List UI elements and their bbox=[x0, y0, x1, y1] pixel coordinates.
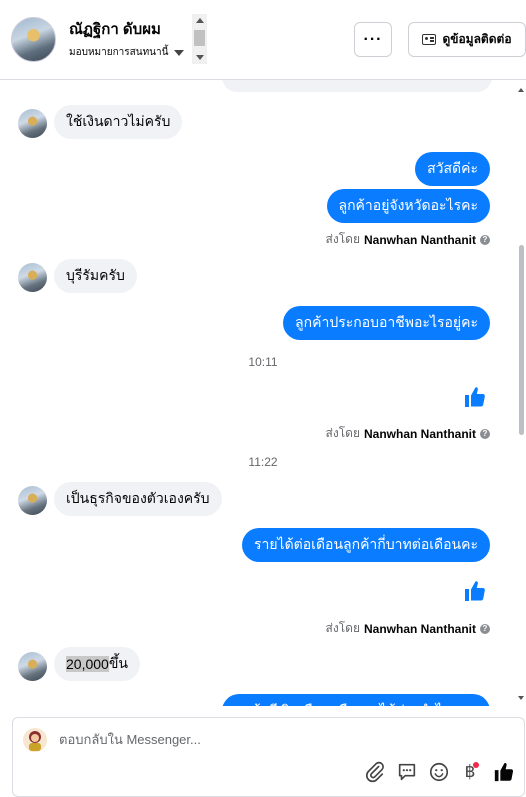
caret-down-icon bbox=[174, 49, 185, 56]
incoming-message[interactable]: บุรีรัมครับ bbox=[54, 259, 137, 293]
sent-by-text: ส่งโดย bbox=[325, 426, 360, 440]
info-icon[interactable]: ? bbox=[480, 623, 490, 634]
like-icon[interactable] bbox=[463, 385, 487, 409]
attach-icon[interactable] bbox=[364, 761, 386, 783]
sender-avatar[interactable] bbox=[18, 263, 47, 292]
incoming-message[interactable]: ใช้เงินดาวไม่ครับ bbox=[54, 105, 183, 139]
view-contact-label: ดูข้อมูลติดต่อ bbox=[442, 32, 512, 46]
sent-by-label: ส่งโดย Nanwhan Nanthanit ? bbox=[326, 619, 490, 638]
scroll-down-icon[interactable] bbox=[196, 55, 204, 60]
message-text: ขึ้น bbox=[108, 655, 128, 671]
sender-name: Nanwhan Nanthanit bbox=[363, 232, 476, 247]
outgoing-message[interactable]: ลูกค้าประกอบอาชีพอะไรอยู่คะ bbox=[283, 306, 490, 340]
like-icon[interactable] bbox=[463, 579, 487, 603]
notification-dot bbox=[473, 762, 479, 768]
assign-conversation-dropdown[interactable]: มอบหมายการสนทนานี้ bbox=[69, 45, 185, 60]
timestamp: 10:11 bbox=[248, 355, 278, 369]
sent-by-label: ส่งโดย Nanwhan Nanthanit ? bbox=[326, 424, 490, 443]
reply-input[interactable] bbox=[59, 732, 459, 747]
gif-icon[interactable] bbox=[396, 761, 418, 783]
header-scrollbar[interactable] bbox=[192, 14, 207, 64]
message-thread[interactable]: ใช้เงินดาวไม่ครับ สวัสดีค่ะ ลูกค้าอยู่จั… bbox=[0, 80, 526, 706]
scroll-down-icon[interactable] bbox=[518, 696, 524, 700]
view-contact-button[interactable]: ดูข้อมูลติดต่อ bbox=[408, 22, 526, 57]
timestamp: 11:22 bbox=[248, 455, 278, 469]
outgoing-message[interactable]: รายได้ต่อเดือนลูกค้ากี่บาทต่อเดือนคะ bbox=[241, 528, 490, 562]
more-icon: ··· bbox=[363, 30, 383, 48]
sender-avatar[interactable] bbox=[18, 109, 47, 138]
outgoing-message-partial[interactable]: ลูกค้ามีเงินเดือนหรือรายได้ประจำไหมคะ bbox=[222, 694, 490, 706]
scroll-thumb[interactable] bbox=[519, 245, 524, 435]
conversation-header: ณัฏฐิกา ดับผม มอบหมายการสนทนานี้ ··· ดูข… bbox=[0, 0, 526, 80]
incoming-message[interactable]: เป็นธุรกิจของตัวเองครับ bbox=[54, 482, 222, 516]
info-icon[interactable]: ? bbox=[480, 234, 490, 245]
contact-card-icon bbox=[422, 34, 437, 45]
sent-by-text: ส่งโดย bbox=[325, 232, 360, 246]
scroll-up-icon[interactable] bbox=[196, 18, 204, 23]
outgoing-message[interactable]: สวัสดีค่ะ bbox=[415, 152, 490, 186]
sender-name: Nanwhan Nanthanit bbox=[363, 426, 476, 441]
sender-name: Nanwhan Nanthanit bbox=[363, 621, 476, 636]
sender-avatar[interactable] bbox=[18, 652, 47, 681]
outgoing-message[interactable]: ลูกค้าอยู่จังหวัดอะไรคะ bbox=[326, 189, 490, 223]
scroll-up-icon[interactable] bbox=[518, 88, 524, 92]
contact-avatar[interactable] bbox=[11, 17, 56, 62]
reply-composer: ฿ bbox=[12, 717, 525, 797]
more-options-button[interactable]: ··· bbox=[354, 22, 392, 57]
thread-scrollbar[interactable] bbox=[516, 80, 526, 706]
page-avatar-icon bbox=[23, 728, 47, 752]
emoji-icon[interactable] bbox=[428, 761, 450, 783]
sender-avatar[interactable] bbox=[18, 486, 47, 515]
contact-name[interactable]: ณัฏฐิกา ดับผม bbox=[69, 17, 161, 41]
sent-by-label: ส่งโดย Nanwhan Nanthanit ? bbox=[326, 230, 490, 249]
assign-label: มอบหมายการสนทนานี้ bbox=[69, 47, 169, 58]
info-icon[interactable]: ? bbox=[480, 428, 490, 439]
like-icon[interactable] bbox=[493, 761, 515, 783]
previous-message-bubble bbox=[222, 80, 492, 92]
payment-button[interactable]: ฿ bbox=[459, 761, 481, 783]
incoming-message[interactable]: 20,000 ขึ้น bbox=[54, 647, 140, 681]
highlighted-text: 20,000 bbox=[66, 656, 109, 672]
sent-by-text: ส่งโดย bbox=[325, 621, 360, 635]
scroll-thumb[interactable] bbox=[194, 30, 205, 46]
